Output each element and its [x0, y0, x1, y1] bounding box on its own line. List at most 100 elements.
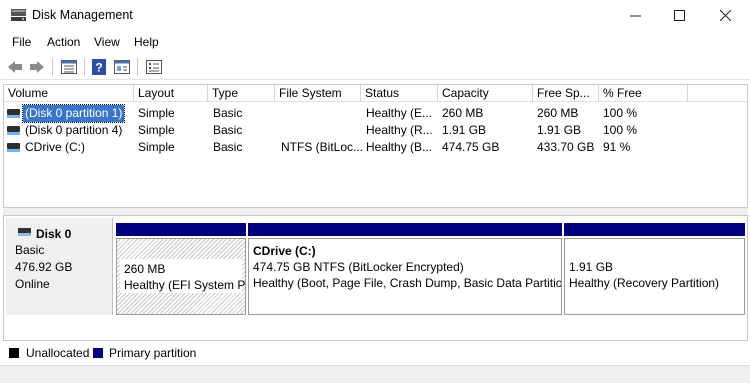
column-header-percent-free[interactable]: % Free: [599, 85, 688, 102]
properties-icon: [146, 60, 162, 74]
partition-header-bar: [564, 223, 745, 236]
table-row[interactable]: (Disk 0 partition 1) Simple Basic Health…: [4, 104, 747, 123]
menu-file[interactable]: File: [12, 35, 31, 49]
volume-file-system: NTFS (BitLoc...: [281, 140, 364, 154]
volume-type: Basic: [213, 140, 243, 154]
volume-layout: Simple: [138, 123, 175, 137]
partition-cdrive[interactable]: CDrive (C:) 474.75 GB NTFS (BitLocker En…: [248, 223, 562, 315]
volume-status: Healthy (R...: [366, 123, 433, 137]
column-header-status[interactable]: Status: [361, 85, 438, 102]
maximize-icon: [673, 9, 685, 21]
partition-size: 260 MB: [124, 262, 166, 276]
title-bar: Disk Management: [0, 0, 750, 30]
back-button[interactable]: [6, 58, 24, 76]
legend-primary-partition: Primary partition: [109, 346, 197, 360]
partition-body: CDrive (C:) 474.75 GB NTFS (BitLocker En…: [248, 238, 562, 315]
show-hide-console-tree-button[interactable]: [60, 58, 78, 76]
partition-status: Healthy (Boot, Page File, Crash Dump, Ba…: [253, 276, 562, 290]
toolbar-separator: [84, 58, 85, 76]
partition-recovery[interactable]: 1.91 GB Healthy (Recovery Partition): [564, 223, 745, 315]
partition-status: Healthy (EFI System Pa: [124, 278, 246, 292]
volume-status: Healthy (B...: [366, 140, 433, 154]
volume-layout: Simple: [138, 106, 175, 120]
legend-unallocated: Unallocated: [26, 346, 90, 360]
volume-icon: [7, 143, 20, 152]
partition-title: CDrive (C:): [253, 244, 316, 258]
column-header-type[interactable]: Type: [208, 85, 275, 102]
disk-state: Online: [15, 277, 50, 291]
column-header-layout[interactable]: Layout: [134, 85, 208, 102]
disk-map: Disk 0 Basic 476.92 GB Online 260 MB Hea…: [3, 215, 748, 341]
partition-info-box: 260 MB Healthy (EFI System Pa: [120, 259, 245, 293]
disk-management-app-icon: [11, 9, 26, 21]
close-icon: [719, 9, 731, 21]
volume-free-space: 1.91 GB: [537, 123, 582, 137]
partition-body: 1.91 GB Healthy (Recovery Partition): [564, 238, 745, 315]
partition-body: 260 MB Healthy (EFI System Pa: [116, 238, 246, 315]
disk-type: Basic: [15, 243, 45, 257]
partition-status: Healthy (Recovery Partition): [569, 276, 720, 290]
minimize-icon: [629, 15, 641, 16]
legend: Unallocated Primary partition: [3, 343, 748, 363]
window-title: Disk Management: [32, 8, 133, 22]
volume-percent-free: 100 %: [603, 123, 638, 137]
status-bar: [0, 365, 750, 383]
console-icon: [114, 60, 130, 74]
disk-name: Disk 0: [36, 227, 72, 241]
unallocated-swatch: [9, 348, 19, 358]
volume-free-space: 433.70 GB: [537, 140, 595, 154]
maximize-button[interactable]: [656, 0, 702, 30]
console-button[interactable]: [113, 58, 131, 76]
partition-efi[interactable]: 260 MB Healthy (EFI System Pa: [116, 223, 246, 315]
volume-name: (Disk 0 partition 4): [25, 123, 123, 137]
toolbar-separator: [52, 58, 53, 76]
forward-arrow-icon: [30, 61, 44, 73]
volume-type: Basic: [213, 123, 243, 137]
volume-list-header: Volume Layout Type File System Status Ca…: [4, 85, 747, 102]
column-header-volume[interactable]: Volume: [4, 85, 134, 102]
volume-name: (Disk 0 partition 1): [21, 104, 126, 123]
volume-percent-free: 100 %: [603, 106, 638, 120]
volume-percent-free: 91 %: [603, 140, 631, 154]
partition-header-bar: [116, 223, 246, 236]
close-button[interactable]: [702, 0, 748, 30]
volume-name: CDrive (C:): [25, 140, 85, 154]
properties-button[interactable]: [145, 58, 163, 76]
pane-splitter[interactable]: [3, 208, 748, 215]
table-row[interactable]: CDrive (C:) Simple Basic NTFS (BitLoc...…: [4, 139, 747, 156]
disk-0-label[interactable]: Disk 0 Basic 476.92 GB Online: [6, 218, 113, 315]
column-header-capacity[interactable]: Capacity: [438, 85, 533, 102]
column-header-free-space[interactable]: Free Sp...: [533, 85, 599, 102]
table-row[interactable]: (Disk 0 partition 4) Simple Basic Health…: [4, 122, 747, 139]
volume-capacity: 260 MB: [442, 106, 484, 120]
help-button[interactable]: ?: [91, 58, 107, 76]
menu-action[interactable]: Action: [47, 35, 80, 49]
partition-size: 474.75 GB NTFS (BitLocker Encrypted): [253, 260, 464, 274]
volume-icon: [7, 126, 20, 135]
back-arrow-icon: [8, 61, 22, 73]
forward-button[interactable]: [28, 58, 46, 76]
help-icon: ?: [92, 59, 106, 75]
minimize-button[interactable]: [612, 0, 658, 30]
toolbar-separator: [137, 58, 138, 76]
menu-view[interactable]: View: [94, 35, 120, 49]
disk-size: 476.92 GB: [15, 260, 73, 274]
volume-list[interactable]: Volume Layout Type File System Status Ca…: [3, 84, 748, 208]
menu-help[interactable]: Help: [134, 35, 159, 49]
volume-status: Healthy (E...: [366, 106, 433, 120]
partition-header-bar: [248, 223, 562, 236]
toolbar: ?: [0, 54, 750, 80]
volume-capacity: 1.91 GB: [442, 123, 487, 137]
volume-free-space: 260 MB: [537, 106, 579, 120]
volume-type: Basic: [213, 106, 243, 120]
volume-icon: [7, 109, 20, 118]
column-header-file-system[interactable]: File System: [275, 85, 361, 102]
volume-capacity: 474.75 GB: [442, 140, 500, 154]
disk-icon: [18, 228, 31, 237]
menu-bar: File Action View Help: [0, 33, 750, 53]
volume-layout: Simple: [138, 140, 175, 154]
svg-text:?: ?: [95, 61, 102, 75]
disk-list-icon: [61, 60, 77, 74]
partition-size: 1.91 GB: [569, 260, 614, 274]
primary-partition-swatch: [93, 348, 103, 358]
